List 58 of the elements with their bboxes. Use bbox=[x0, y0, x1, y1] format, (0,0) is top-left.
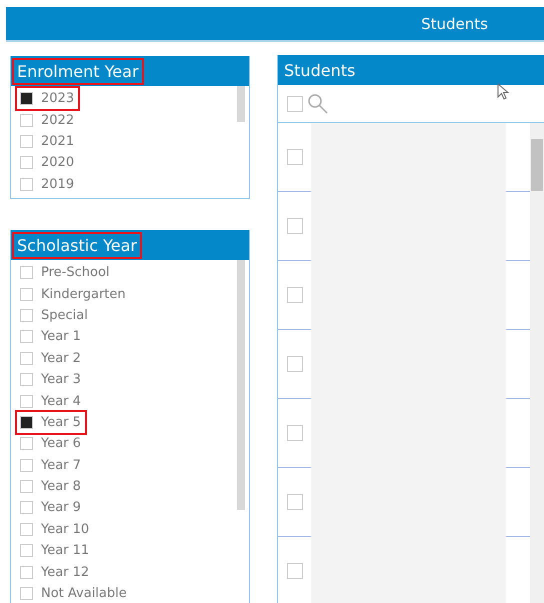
panel-title: Students bbox=[283, 60, 356, 82]
checkbox[interactable] bbox=[20, 308, 33, 322]
checkbox[interactable] bbox=[20, 458, 33, 472]
scrollbar[interactable] bbox=[237, 86, 245, 122]
checkbox[interactable] bbox=[20, 288, 33, 301]
checkbox[interactable] bbox=[287, 494, 303, 510]
checkbox[interactable] bbox=[20, 501, 33, 514]
scrollbar[interactable] bbox=[530, 123, 544, 603]
checkbox[interactable] bbox=[20, 178, 33, 191]
select-all-checkbox[interactable] bbox=[287, 96, 303, 112]
page-title: Students bbox=[421, 14, 488, 32]
filter-option[interactable]: 2022 bbox=[17, 109, 78, 131]
checkbox[interactable] bbox=[20, 480, 33, 494]
filter-option[interactable]: Year 1 bbox=[17, 326, 85, 348]
filter-option[interactable]: Kindergarten bbox=[17, 283, 130, 305]
filter-option[interactable]: Year 12 bbox=[17, 561, 94, 583]
checkbox[interactable] bbox=[20, 156, 33, 170]
filter-option[interactable]: 2023 bbox=[17, 88, 78, 110]
checkbox[interactable] bbox=[20, 134, 33, 148]
filter-option[interactable]: 2021 bbox=[17, 130, 78, 152]
checkbox[interactable] bbox=[20, 416, 33, 429]
checkbox[interactable] bbox=[287, 287, 303, 303]
checkbox[interactable] bbox=[20, 544, 33, 558]
filter-option[interactable]: Special bbox=[17, 304, 92, 326]
checkbox[interactable] bbox=[20, 394, 33, 408]
checkbox[interactable] bbox=[20, 352, 33, 365]
filter-option[interactable]: Year 6 bbox=[17, 433, 85, 455]
filter-option[interactable]: Not Available bbox=[17, 582, 131, 603]
filter-option[interactable]: Year 2 bbox=[17, 348, 85, 369]
checkbox[interactable] bbox=[287, 149, 303, 165]
checkbox[interactable] bbox=[20, 330, 33, 344]
checkbox[interactable] bbox=[287, 563, 303, 579]
checkbox[interactable] bbox=[287, 218, 303, 234]
checkbox[interactable] bbox=[20, 266, 33, 280]
filter-option[interactable]: 2019 bbox=[17, 174, 78, 195]
filter-option[interactable]: Pre-School bbox=[17, 262, 114, 284]
checkbox[interactable] bbox=[20, 114, 33, 127]
checkbox[interactable] bbox=[20, 437, 33, 450]
filter-option[interactable]: Year 7 bbox=[17, 454, 85, 476]
panel-title: Enrolment Year bbox=[14, 60, 142, 82]
checkbox[interactable] bbox=[20, 587, 33, 600]
checkbox[interactable] bbox=[20, 373, 33, 386]
checkbox[interactable] bbox=[287, 425, 303, 441]
panel-title: Scholastic Year bbox=[14, 234, 140, 256]
filter-option[interactable]: Year 8 bbox=[17, 476, 85, 498]
filter-option[interactable]: 2020 bbox=[17, 152, 78, 174]
checkbox[interactable] bbox=[20, 522, 33, 536]
checkbox[interactable] bbox=[20, 92, 33, 106]
scrollbar[interactable] bbox=[237, 260, 245, 510]
filter-option[interactable]: Year 4 bbox=[17, 390, 85, 412]
checkbox[interactable] bbox=[20, 566, 33, 579]
filter-option[interactable]: Year 10 bbox=[17, 518, 94, 540]
checkbox[interactable] bbox=[287, 356, 303, 372]
filter-option[interactable]: Year 11 bbox=[17, 540, 94, 562]
filter-option[interactable]: Year 3 bbox=[17, 368, 85, 390]
search-icon[interactable] bbox=[307, 92, 329, 114]
filter-option[interactable]: Year 5 bbox=[17, 412, 85, 434]
filter-option[interactable]: Year 9 bbox=[17, 497, 85, 519]
